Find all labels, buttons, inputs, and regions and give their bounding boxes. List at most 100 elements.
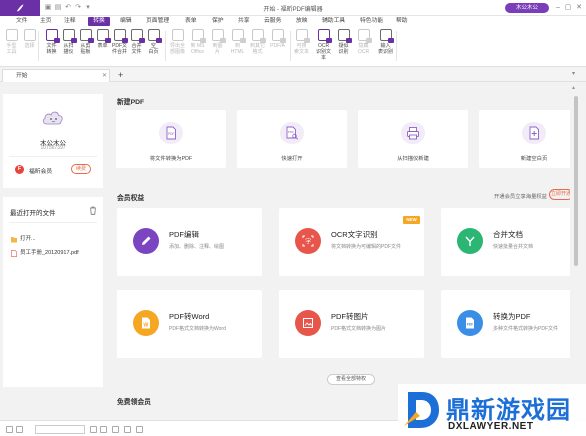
ribbon-button[interactable]: 空 白页 <box>146 29 162 55</box>
main-scrollbar[interactable]: ▴ ▾ <box>571 84 581 410</box>
suspect-icon <box>337 29 352 43</box>
page-number-input[interactable] <box>35 425 85 434</box>
new-badge: NEW <box>403 216 420 224</box>
ribbon-button[interactable]: 从扫 描仪 <box>61 29 77 55</box>
ribbon-button[interactable]: 到 HTML <box>230 29 246 55</box>
feature-card-ocr[interactable]: 字 OCR文字识别 将文档转换为可编辑的PDF文件 NEW <box>279 208 424 276</box>
feature-card-convert-to-pdf[interactable]: PDF 转换为PDF 多种文件格式转换为PDF文件 <box>441 290 570 358</box>
ribbon-button[interactable]: 输入 表识别 <box>378 29 394 55</box>
ribbon-button[interactable]: 到其它 格式 <box>250 29 266 55</box>
menu-protect[interactable]: 保护 <box>210 17 226 26</box>
member-badge-icon: F <box>15 165 24 174</box>
menu-home[interactable]: 主页 <box>38 17 54 26</box>
menu-form[interactable]: 表单 <box>183 17 199 26</box>
tab-start[interactable]: 开始 ✕ <box>2 69 110 82</box>
svg-text:PDF: PDF <box>168 132 174 136</box>
ribbon-button[interactable]: 选择 <box>22 29 37 49</box>
menu-page-manage[interactable]: 页面管理 <box>144 17 171 26</box>
minimize-icon[interactable]: – <box>553 3 563 13</box>
new-card-quick-open[interactable]: PDF 快速打开 <box>237 110 347 168</box>
ribbon-button[interactable]: 合并 文件 <box>129 29 145 55</box>
menu-features[interactable]: 特色功能 <box>358 17 385 26</box>
feature-card-merge[interactable]: 合并文档 快速批量合并文档 <box>441 208 570 276</box>
ribbon-button[interactable]: PDF文 件合并 <box>112 29 128 55</box>
menu-comment[interactable]: 注释 <box>62 17 78 26</box>
menu-share[interactable]: 共享 <box>236 17 252 26</box>
last-page-icon[interactable] <box>100 426 107 433</box>
view-all-benefits-button[interactable]: 查看全部特权 <box>327 374 375 385</box>
next-page-icon[interactable] <box>90 426 97 433</box>
ribbon-button-label: 手型 工具 <box>6 43 17 55</box>
undo-view-icon[interactable] <box>124 426 131 433</box>
open-membership-button[interactable]: 立即开通 <box>549 189 570 200</box>
new-card-scanner[interactable]: 从扫描仪新建 <box>358 110 468 168</box>
ribbon-button-label: PDF/A <box>270 43 285 49</box>
menu-help[interactable]: 帮助 <box>394 17 410 26</box>
recent-file-item[interactable]: 员工手册_20120917.pdf <box>11 248 79 258</box>
recent-open-item[interactable]: 打开... <box>11 234 36 244</box>
hide-ocr-icon <box>357 29 372 43</box>
new-card-label: 将文件转换为PDF <box>149 156 193 162</box>
export-images-icon <box>171 29 184 41</box>
feature-card-pdf-to-image[interactable]: PDF转图片 PDF格式文档转换为图片 <box>279 290 424 358</box>
ribbon-button[interactable]: 到 MS Office <box>190 29 206 55</box>
start-page-main: 新建PDF PDF 将文件转换为PDF PDF 快速打开 从扫描仪新建 新建空白… <box>105 84 570 410</box>
new-tab-icon[interactable]: + <box>118 69 123 81</box>
user-card: 木公木公 107567397 F 福昕会员 续费 <box>3 94 103 188</box>
pdf-to-word-icon: W <box>133 310 159 336</box>
prev-page-icon[interactable] <box>16 426 23 433</box>
ribbon-button-label: 疑似 识别 <box>338 43 349 55</box>
ribbon-button-label: 文件 转换 <box>46 43 57 55</box>
ribbon-button[interactable]: PDF/A <box>270 29 286 49</box>
trash-icon[interactable] <box>89 206 97 215</box>
renew-button[interactable]: 续费 <box>71 164 91 174</box>
pdf-to-image-icon <box>295 310 321 336</box>
ribbon-button[interactable]: OCR 识别文本 <box>316 29 332 61</box>
rotate-icon[interactable] <box>112 426 119 433</box>
feature-card-pdf-to-word[interactable]: W PDF转Word PDF格式文档转换为Word <box>117 290 262 358</box>
menu-cloud[interactable]: 云服务 <box>262 17 283 26</box>
ribbon-separator <box>290 31 291 61</box>
tab-start-label: 开始 <box>16 73 28 79</box>
new-card-file-to-pdf[interactable]: PDF 将文件转换为PDF <box>116 110 226 168</box>
tab-list-dropdown-icon[interactable]: ▾ <box>572 70 575 77</box>
file-convert-icon <box>45 29 60 43</box>
ribbon-button[interactable]: 隐藏 OCR <box>356 29 372 55</box>
file-to-pdf-icon: PDF <box>159 122 183 144</box>
watermark-domain: DXLAWYER.NET <box>448 421 534 432</box>
menu-convert[interactable]: 转换 <box>88 17 110 26</box>
tab-close-icon[interactable]: ✕ <box>102 70 107 82</box>
ribbon-button[interactable]: 到图 片 <box>210 29 226 55</box>
first-page-icon[interactable] <box>6 426 13 433</box>
menu-accessibility[interactable]: 辅助工具 <box>320 17 347 26</box>
document-tab-bar: 开始 ✕ + ▾ <box>0 68 586 82</box>
new-pdf-title: 新建PDF <box>117 99 145 106</box>
maximize-icon[interactable]: ▢ <box>563 3 573 13</box>
scroll-up-icon[interactable]: ▴ <box>572 84 575 91</box>
feature-card-pdf-edit[interactable]: PDF编辑 添加、删除、注释、绘图 <box>117 208 262 276</box>
member-promo-link[interactable]: 开通会员立享海量权益 <box>494 192 547 200</box>
feature-desc: 将文档转换为可编辑的PDF文件 <box>331 244 402 250</box>
ribbon-button-label: 选择 <box>24 43 35 49</box>
user-id: 107567397 <box>40 145 66 151</box>
ribbon-button[interactable]: 从剪 贴板 <box>78 29 94 55</box>
hand-icon <box>5 29 18 41</box>
feature-title: PDF编辑 <box>169 230 199 239</box>
menu-file[interactable]: 文件 <box>14 17 30 26</box>
ribbon-button[interactable]: 文件 转换 <box>44 29 60 55</box>
ribbon-button[interactable]: 表单 <box>95 29 111 49</box>
ribbon-button-label: 隐藏 OCR <box>357 43 370 55</box>
redo-view-icon[interactable] <box>136 426 143 433</box>
menu-slideshow[interactable]: 放映 <box>294 17 310 26</box>
user-account-button[interactable]: 木公木公 <box>505 3 549 13</box>
ribbon-button[interactable]: 疑似 识别 <box>336 29 352 55</box>
recent-files-panel: 最近打开的文件 打开... 员工手册_20120917.pdf <box>3 197 103 387</box>
new-card-blank[interactable]: 新建空白页 <box>479 110 570 168</box>
menu-edit[interactable]: 编辑 <box>118 17 134 26</box>
ribbon-button[interactable]: 导出全 部图像 <box>170 29 185 55</box>
close-window-icon[interactable]: ✕ <box>574 3 584 13</box>
avatar[interactable] <box>40 106 66 128</box>
ribbon-button[interactable]: 可搜 索文本 <box>294 29 310 55</box>
ribbon-button[interactable]: 手型 工具 <box>4 29 19 55</box>
scroll-thumb[interactable] <box>574 96 578 266</box>
